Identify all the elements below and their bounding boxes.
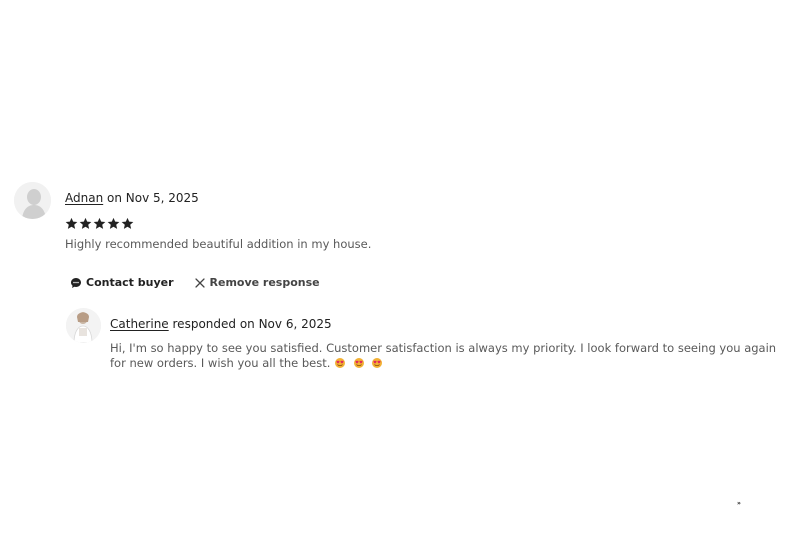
reviewer-line: Adnan on Nov 5, 2025	[65, 191, 199, 205]
star-icon	[79, 217, 92, 229]
heart-eyes-emoji-icon	[353, 358, 364, 368]
star-icon	[121, 217, 134, 229]
seller-name-link[interactable]: Catherine	[110, 317, 169, 331]
corner-mark: »	[737, 500, 741, 507]
chat-bubble-icon	[71, 277, 81, 288]
close-icon	[194, 277, 205, 288]
seller-photo-icon	[66, 308, 101, 343]
star-icon	[65, 217, 78, 229]
remove-response-label: Remove response	[209, 276, 320, 289]
star-icon	[93, 217, 106, 229]
seller-avatar	[66, 308, 101, 343]
page: Adnan on Nov 5, 2025 Highly recommended …	[0, 0, 794, 556]
remove-response-button[interactable]: Remove response	[194, 276, 320, 289]
review-actions: Contact buyer Remove response	[70, 276, 320, 289]
review-text: Highly recommended beautiful addition in…	[65, 237, 372, 251]
response-text-block: Hi, I'm so happy to see you satisfied. C…	[110, 341, 786, 371]
emoji-group	[334, 356, 386, 370]
contact-buyer-button[interactable]: Contact buyer	[70, 276, 174, 289]
reviewer-avatar	[14, 182, 51, 219]
star-icon	[107, 217, 120, 229]
response-text: Hi, I'm so happy to see you satisfied. C…	[110, 341, 777, 370]
contact-buyer-label: Contact buyer	[86, 276, 174, 289]
default-avatar-icon	[14, 182, 51, 219]
reviewer-name-link[interactable]: Adnan	[65, 191, 103, 205]
responded-line: Catherine responded on Nov 6, 2025	[110, 317, 332, 331]
star-rating	[65, 217, 134, 233]
heart-eyes-emoji-icon	[372, 358, 383, 368]
review-date: on Nov 5, 2025	[107, 191, 199, 205]
heart-eyes-emoji-icon	[335, 358, 346, 368]
response-date: responded on Nov 6, 2025	[172, 317, 332, 331]
